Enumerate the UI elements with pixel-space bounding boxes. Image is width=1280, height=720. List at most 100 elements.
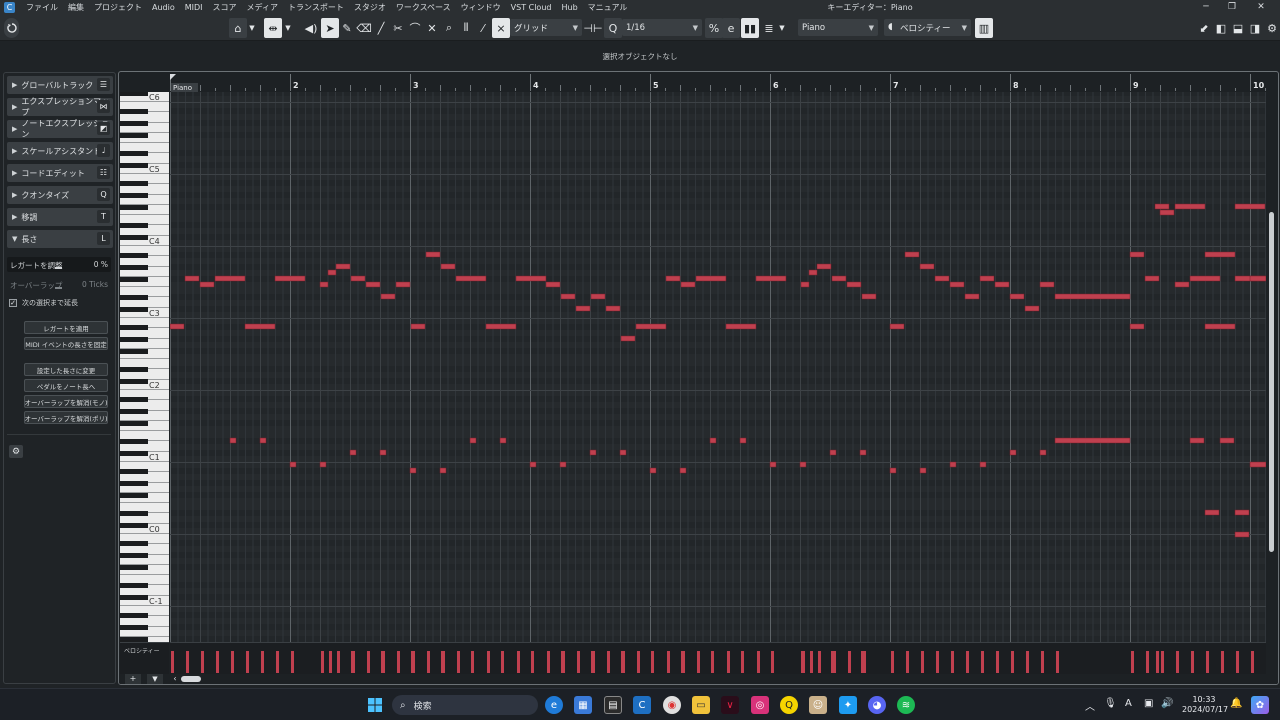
midi-note[interactable] (1009, 449, 1017, 456)
black-key[interactable] (120, 108, 148, 114)
midi-note[interactable] (725, 323, 757, 330)
menu-studio[interactable]: スタジオ (349, 2, 391, 13)
minimize-button[interactable]: ─ (1193, 0, 1219, 15)
delete-overlaps-mono-button[interactable]: オーバーラップを解消(モノ) (24, 395, 108, 408)
black-key[interactable] (120, 222, 148, 228)
velocity-bar[interactable] (201, 651, 204, 673)
iterative-quantize-icon[interactable]: % (705, 18, 723, 38)
velocity-bar[interactable] (848, 651, 851, 673)
midi-note[interactable] (590, 293, 606, 300)
quantize-settings-icon[interactable]: e (722, 18, 740, 38)
set-length-button[interactable]: 設定した長さに変更 (24, 363, 108, 376)
black-key[interactable] (120, 348, 148, 354)
midi-note[interactable] (380, 293, 396, 300)
midi-note[interactable] (1219, 437, 1235, 444)
midi-note[interactable] (605, 305, 621, 312)
instagram-icon[interactable]: ◎ (751, 696, 769, 714)
black-key[interactable] (120, 204, 148, 210)
midi-note[interactable] (274, 275, 306, 282)
twitter-icon[interactable]: ✦ (839, 696, 857, 714)
midi-note[interactable] (755, 275, 787, 282)
velocity-bar[interactable] (1131, 651, 1134, 673)
black-key[interactable] (120, 366, 148, 372)
velocity-bar[interactable] (1176, 651, 1179, 673)
menu-transport[interactable]: トランスポート (283, 2, 349, 13)
midi-note[interactable] (365, 281, 381, 288)
velocity-bar[interactable] (411, 651, 414, 673)
velocity-bar[interactable] (891, 651, 894, 673)
midi-note[interactable] (769, 461, 777, 468)
menu-audio[interactable]: Audio (147, 3, 180, 12)
velocity-bar[interactable] (216, 651, 219, 673)
midi-note[interactable] (575, 305, 591, 312)
velocity-bar[interactable] (487, 651, 490, 673)
lane-setup-icon[interactable]: ≣ (760, 18, 778, 38)
midi-note[interactable] (349, 449, 357, 456)
black-key[interactable] (120, 294, 148, 300)
midi-note[interactable] (1204, 323, 1236, 330)
midi-note[interactable] (829, 449, 837, 456)
velocity-bar[interactable] (501, 651, 504, 673)
pedals-to-note-length-button[interactable]: ペダルをノート長へ (24, 379, 108, 392)
black-key[interactable] (120, 252, 148, 258)
menu-hub[interactable]: Hub (556, 3, 582, 12)
black-key[interactable] (120, 180, 148, 186)
restore-button[interactable]: ❐ (1219, 0, 1245, 15)
volume-icon[interactable]: 🔊 (1161, 698, 1173, 709)
velocity-bar[interactable] (171, 651, 174, 673)
clock[interactable]: 10:33 2024/07/17 (1182, 695, 1228, 715)
velocity-bar[interactable] (801, 651, 804, 673)
midi-note[interactable] (1054, 293, 1131, 300)
show-right-zone-icon[interactable]: ◨ (1246, 18, 1264, 38)
black-key[interactable] (120, 582, 148, 588)
midi-note[interactable] (919, 263, 935, 270)
velocity-bar[interactable] (667, 651, 670, 673)
trim-tool-icon[interactable]: ╱ (372, 18, 390, 38)
midi-note[interactable] (1204, 251, 1236, 258)
quantize-preset-select[interactable]: 1/16 ▼ (622, 19, 702, 36)
midi-note[interactable] (635, 323, 667, 330)
affinity-app-icon[interactable]: ∨ (721, 696, 739, 714)
autoscroll-icon[interactable]: ⌂ (229, 18, 247, 38)
menu-manual[interactable]: マニュアル (583, 2, 633, 13)
midi-note[interactable] (327, 269, 337, 276)
film-app-icon[interactable]: ▤ (604, 696, 622, 714)
midi-note[interactable] (739, 437, 747, 444)
delete-overlaps-poly-button[interactable]: オーバーラップを解消(ポリ) (24, 411, 108, 424)
midi-note[interactable] (289, 461, 297, 468)
overlap-field[interactable]: オーバーラップ 0 Ticks (7, 277, 111, 292)
velocity-bar[interactable] (818, 651, 821, 673)
menu-edit[interactable]: 編集 (63, 2, 89, 13)
velocity-bars[interactable] (170, 643, 1266, 675)
velocity-bar[interactable] (231, 651, 234, 673)
section-note-expression[interactable]: ▶ ノートエクスプレッション ◩ (7, 119, 113, 139)
midi-note[interactable] (1174, 281, 1190, 288)
black-key[interactable] (120, 624, 148, 630)
fixed-lengths-button[interactable]: MIDI イベントの長さを固定 (24, 337, 108, 350)
mute-tool-icon[interactable]: ✕ (423, 18, 441, 38)
menu-vst-cloud[interactable]: VST Cloud (506, 3, 557, 12)
midi-note[interactable] (410, 323, 426, 330)
velocity-bar[interactable] (276, 651, 279, 673)
notifications-bell-icon[interactable]: 🔔 (1230, 698, 1242, 709)
velocity-bar[interactable] (186, 651, 189, 673)
midi-note[interactable] (665, 275, 681, 282)
midi-note[interactable] (934, 275, 950, 282)
midi-note[interactable] (170, 323, 185, 330)
menu-media[interactable]: メディア (242, 2, 283, 13)
overlap-slider[interactable] (55, 287, 62, 289)
midi-note[interactable] (1234, 531, 1250, 538)
velocity-bar[interactable] (1056, 651, 1059, 673)
midi-note[interactable] (559, 461, 567, 468)
microphone-icon[interactable]: 🎙 (1104, 698, 1117, 709)
apply-legato-button[interactable]: レガートを適用 (24, 321, 108, 334)
midi-note[interactable] (949, 461, 957, 468)
black-key[interactable] (120, 92, 148, 96)
velocity-bar[interactable] (1236, 651, 1239, 673)
line-tool-icon[interactable]: ⫴ (457, 18, 475, 38)
midi-note[interactable] (846, 281, 862, 288)
midi-note[interactable] (1249, 461, 1266, 468)
black-key[interactable] (120, 162, 148, 168)
velocity-bar[interactable] (441, 651, 444, 673)
velocity-bar[interactable] (906, 651, 909, 673)
